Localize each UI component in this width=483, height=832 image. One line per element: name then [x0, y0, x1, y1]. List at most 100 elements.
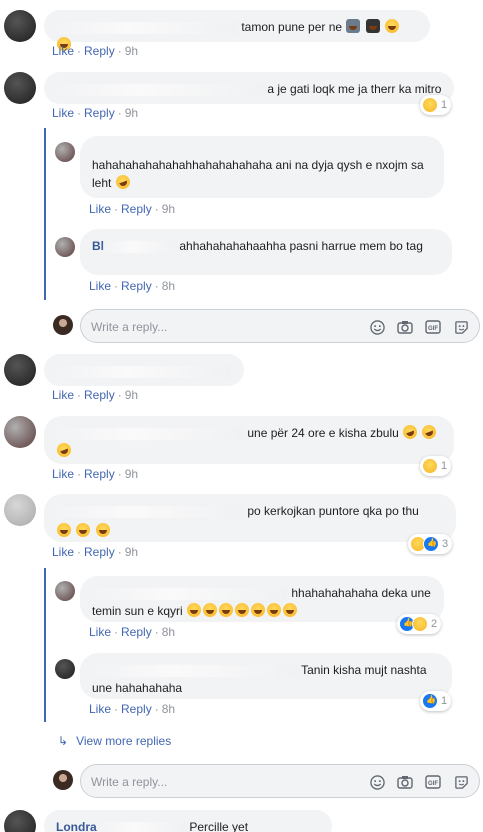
comment-text: a je gati loqk me ja therr ka mitro	[267, 82, 442, 96]
timestamp: 9h	[124, 545, 139, 559]
reply-thread-line	[44, 568, 46, 722]
like-link[interactable]: Like	[89, 279, 111, 293]
reply-text: hahahahahahahahhahahahahaha ani na dyja …	[92, 158, 424, 190]
svg-text:GIF: GIF	[428, 781, 438, 787]
avatar[interactable]	[4, 416, 36, 448]
avatar[interactable]	[4, 72, 36, 104]
timestamp: 8h	[161, 279, 176, 293]
avatar[interactable]	[4, 810, 36, 832]
gif-icon[interactable]: GIF	[425, 319, 441, 335]
comment-actions: Like · Reply · 9h	[52, 545, 139, 559]
comment-actions: Like · Reply · 9h	[52, 106, 139, 120]
view-more-replies-link[interactable]: ↳ View more replies	[58, 734, 171, 748]
avatar[interactable]	[4, 494, 36, 526]
redacted-name	[104, 240, 176, 253]
comment-actions: Like · Reply · 9h	[52, 467, 139, 481]
haha-reaction-icon	[412, 616, 428, 632]
reaction-summary[interactable]: 1	[420, 691, 452, 711]
reaction-summary[interactable]: 2	[397, 614, 442, 634]
emoji-smile-icon[interactable]	[369, 774, 385, 790]
reply-link[interactable]: Reply	[121, 202, 152, 216]
comment-actions: Like · Reply · 9h	[52, 388, 139, 402]
reply-link[interactable]: Reply	[84, 44, 115, 58]
reply-link[interactable]: Reply	[121, 625, 152, 639]
tears-of-joy-emoji-icon	[385, 19, 400, 33]
reply-link[interactable]: Reply	[84, 545, 115, 559]
reply-link[interactable]: Reply	[121, 279, 152, 293]
like-link[interactable]: Like	[52, 545, 74, 559]
timestamp: 9h	[124, 467, 139, 481]
comment-actions: Like · Reply · 9h	[52, 44, 139, 58]
like-link[interactable]: Like	[52, 467, 74, 481]
reply-thread-line	[44, 128, 46, 300]
gif-icon[interactable]: GIF	[425, 774, 441, 790]
redacted-name	[56, 365, 232, 378]
camera-icon[interactable]	[397, 774, 413, 790]
reply-input[interactable]	[91, 318, 351, 336]
timestamp: 9h	[124, 388, 139, 402]
comment-bubble: tamon pune per ne	[44, 10, 430, 51]
avatar[interactable]	[4, 354, 36, 386]
reaction-summary[interactable]: 1	[420, 95, 452, 115]
reply-link[interactable]: Reply	[84, 106, 115, 120]
reply-actions: Like · Reply · 8h	[89, 279, 176, 293]
like-link[interactable]: Like	[52, 44, 74, 58]
reply-box: GIF	[80, 764, 480, 798]
reply-link[interactable]: Reply	[121, 702, 152, 716]
reply-bubble: hahahahahahahahhahahahahaha ani na dyja …	[80, 136, 444, 198]
comment-bubble: po kerkojkan puntore qka po thu	[44, 494, 456, 542]
timestamp: 8h	[161, 625, 176, 639]
commenter-name[interactable]: Londra	[56, 820, 97, 832]
comment-text: Percille yet	[189, 820, 249, 832]
reply-link[interactable]: Reply	[84, 467, 115, 481]
redacted-name	[56, 83, 264, 96]
timestamp: 9h	[124, 106, 139, 120]
reply-box: GIF	[80, 309, 480, 343]
reply-input[interactable]	[91, 773, 351, 791]
haha-reaction-icon	[422, 97, 438, 113]
tears-of-joy-emoji-icon	[57, 523, 71, 537]
redacted-name	[56, 505, 244, 518]
svg-text:GIF: GIF	[428, 326, 438, 332]
tears-of-joy-emoji-icon	[267, 603, 282, 617]
tears-of-joy-emoji-icon	[283, 603, 298, 617]
camera-icon[interactable]	[397, 319, 413, 335]
reply-actions: Like · Reply · 9h	[89, 202, 176, 216]
like-link[interactable]: Like	[89, 702, 111, 716]
tears-of-joy-emoji-icon	[219, 603, 234, 617]
reaction-summary[interactable]: 1	[420, 456, 452, 476]
like-link[interactable]: Like	[52, 388, 74, 402]
comment-bubble: une për 24 ore e kisha zbulu	[44, 416, 454, 464]
tears-of-joy-emoji-icon	[235, 603, 250, 617]
sticker-icon[interactable]	[453, 774, 469, 790]
avatar	[53, 315, 73, 335]
like-link[interactable]: Like	[89, 202, 111, 216]
reaction-count: 1	[441, 460, 448, 472]
redacted-name	[56, 427, 244, 440]
reaction-count: 2	[431, 618, 438, 630]
avatar[interactable]	[55, 659, 75, 679]
emoji-smile-icon[interactable]	[369, 319, 385, 335]
redacted-name	[56, 21, 238, 34]
rofl-emoji-icon	[420, 423, 439, 441]
person-emoji-icon	[346, 19, 361, 33]
like-link[interactable]: Like	[52, 106, 74, 120]
sticker-icon[interactable]	[453, 319, 469, 335]
reaction-summary[interactable]: 3	[408, 534, 453, 554]
avatar[interactable]	[55, 142, 75, 162]
reply-bubble: Bl ahhahahahahaahha pasni harrue mem bo …	[80, 229, 452, 275]
like-reaction-icon	[422, 693, 438, 709]
commenter-name[interactable]: Bl	[92, 239, 104, 253]
reaction-count: 1	[441, 695, 448, 707]
redacted-name	[92, 587, 288, 600]
reaction-count: 3	[442, 538, 449, 550]
avatar[interactable]	[55, 237, 75, 257]
reply-link[interactable]: Reply	[84, 388, 115, 402]
rofl-emoji-icon	[55, 441, 73, 459]
like-link[interactable]: Like	[89, 625, 111, 639]
reply-bubble: hhahahahahaha deka une temin sun e kqyri	[80, 576, 444, 622]
avatar[interactable]	[4, 10, 36, 42]
avatar	[53, 770, 73, 790]
reply-actions: Like · Reply · 8h	[89, 625, 176, 639]
avatar[interactable]	[55, 581, 75, 601]
